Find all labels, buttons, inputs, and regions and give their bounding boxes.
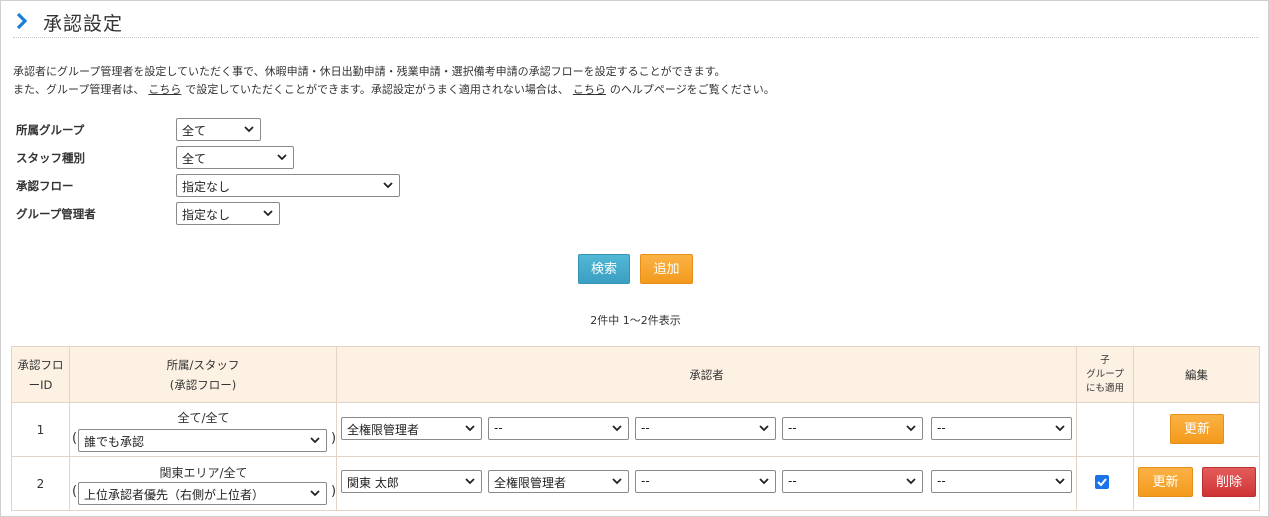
row-1-approver-4-value: -- xyxy=(788,421,797,435)
row-2-id: 2 xyxy=(11,456,70,511)
header-group-staff: 所属/スタッフ (承認フロー) xyxy=(69,346,337,403)
chevron-right-icon xyxy=(16,13,28,29)
header-child-line2: グループ xyxy=(1086,368,1124,380)
page-header: 承認設定 xyxy=(13,9,1259,38)
row-2-approver-5-select[interactable]: -- xyxy=(931,470,1072,493)
chevron-down-icon xyxy=(383,182,393,189)
row-1-id: 1 xyxy=(11,402,70,457)
row-1-flow-select[interactable]: 誰でも承認 xyxy=(78,429,327,452)
group-admin-filter-value: 指定なし xyxy=(182,208,231,222)
row-1-approver-5-value: -- xyxy=(937,421,946,435)
chevron-down-icon xyxy=(906,478,916,485)
result-count: 2件中 1〜2件表示 xyxy=(590,314,681,327)
row-2-delete-button[interactable]: 削除 xyxy=(1202,467,1256,497)
group-admin-filter-label: グループ管理者 xyxy=(16,207,96,221)
chevron-down-icon xyxy=(465,425,475,432)
row-1-approver-1-value: 全権限管理者 xyxy=(347,423,420,437)
row-1-group-staff: 全て/全て xyxy=(177,411,230,425)
chevron-down-icon xyxy=(263,210,273,217)
chevron-down-icon xyxy=(1055,425,1065,432)
staff-type-filter-label: スタッフ種別 xyxy=(16,151,85,165)
row-2-close-paren: ) xyxy=(331,484,337,499)
chevron-down-icon xyxy=(277,154,287,161)
staff-type-filter-value: 全て xyxy=(182,152,207,166)
row-1-flow-value: 誰でも承認 xyxy=(84,435,145,449)
row-1-approver-2-select[interactable]: -- xyxy=(488,417,629,440)
row-2-approver-1-value: 関東 太郎 xyxy=(347,476,399,490)
header-child-group: 子 グループ にも適用 xyxy=(1076,346,1134,403)
chevron-down-icon xyxy=(244,126,254,133)
flow-filter-select[interactable]: 指定なし xyxy=(176,174,400,197)
add-button[interactable]: 追加 xyxy=(640,254,693,284)
header-edit: 編集 xyxy=(1133,346,1260,403)
description-line-1: 承認者にグループ管理者を設定していただく事で、休暇申請・休日出勤申請・残業申請・… xyxy=(13,65,726,78)
group-filter-value: 全て xyxy=(182,124,207,138)
row-2-flow-select[interactable]: 上位承認者優先（右側が上位者） xyxy=(78,482,327,505)
row-2-approver-3-value: -- xyxy=(641,474,650,488)
row-1-approver-4-select[interactable]: -- xyxy=(782,417,923,440)
row-2-approver-5-value: -- xyxy=(937,474,946,488)
flow-filter-value: 指定なし xyxy=(182,180,231,194)
row-2-update-button[interactable]: 更新 xyxy=(1138,467,1193,497)
chevron-down-icon xyxy=(759,478,769,485)
header-approver: 承認者 xyxy=(336,346,1077,403)
row-2-child-group-checkbox[interactable] xyxy=(1095,475,1109,489)
header-flow-id: 承認フロ ーID xyxy=(11,346,70,403)
chevron-down-icon xyxy=(612,425,622,432)
search-button[interactable]: 検索 xyxy=(578,254,630,284)
row-2-group-staff: 関東エリア/全て xyxy=(159,466,248,480)
row-1-open-paren: ( xyxy=(72,431,78,446)
row-1-child-cell xyxy=(1076,402,1134,457)
description-text-c: のヘルプページをご覧ください。 xyxy=(609,83,775,96)
check-icon xyxy=(1097,478,1107,487)
chevron-down-icon xyxy=(1055,478,1065,485)
row-1-update-button[interactable]: 更新 xyxy=(1170,414,1224,444)
row-2-approver-1-select[interactable]: 関東 太郎 xyxy=(341,470,482,493)
page-title: 承認設定 xyxy=(43,13,124,35)
row-2-approver-2-select[interactable]: 全権限管理者 xyxy=(488,470,629,493)
table-header-row: 承認フロ ーID 所属/スタッフ (承認フロー) 承認者 子 グループ にも適用… xyxy=(11,346,1260,403)
row-1-approver-1-select[interactable]: 全権限管理者 xyxy=(341,417,482,440)
row-1-close-paren: ) xyxy=(331,431,337,446)
admin-settings-link[interactable]: こちら xyxy=(148,83,181,96)
header-child-line1: 子 xyxy=(1100,354,1110,366)
row-2-approver-2-value: 全権限管理者 xyxy=(494,476,567,490)
group-filter-select[interactable]: 全て xyxy=(176,118,261,141)
chevron-down-icon xyxy=(310,490,320,497)
group-admin-filter-select[interactable]: 指定なし xyxy=(176,202,280,225)
row-2-flow-value: 上位承認者優先（右側が上位者） xyxy=(84,488,265,502)
page-frame: 承認設定 承認者にグループ管理者を設定していただく事で、休暇申請・休日出勤申請・… xyxy=(0,0,1269,517)
header-group-staff-line1: 所属/スタッフ xyxy=(166,357,240,372)
chevron-down-icon xyxy=(906,425,916,432)
row-2-approver-3-select[interactable]: -- xyxy=(635,470,776,493)
row-2-approver-4-value: -- xyxy=(788,474,797,488)
row-2-approver-4-select[interactable]: -- xyxy=(782,470,923,493)
chevron-down-icon xyxy=(310,437,320,444)
description-text-b: で設定していただくことができます。承認設定がうまく適用されない場合は、 xyxy=(185,83,569,96)
row-1-approver-2-value: -- xyxy=(494,421,503,435)
chevron-down-icon xyxy=(612,478,622,485)
description-line-2: また、グループ管理者は、 こちら で設定していただくことができます。承認設定がうまく… xyxy=(13,81,775,97)
header-group-staff-line2: (承認フロー) xyxy=(169,377,237,392)
row-1-approver-3-value: -- xyxy=(641,421,650,435)
chevron-down-icon xyxy=(465,478,475,485)
chevron-down-icon xyxy=(759,425,769,432)
row-1-approver-3-select[interactable]: -- xyxy=(635,417,776,440)
row-1-approver-5-select[interactable]: -- xyxy=(931,417,1072,440)
help-page-link[interactable]: こちら xyxy=(573,83,606,96)
header-child-line3: にも適用 xyxy=(1085,382,1124,394)
flow-filter-label: 承認フロー xyxy=(16,179,74,193)
group-filter-label: 所属グループ xyxy=(16,123,85,137)
description-text-a: また、グループ管理者は、 xyxy=(13,83,145,96)
row-2-open-paren: ( xyxy=(72,484,78,499)
staff-type-filter-select[interactable]: 全て xyxy=(176,146,294,169)
